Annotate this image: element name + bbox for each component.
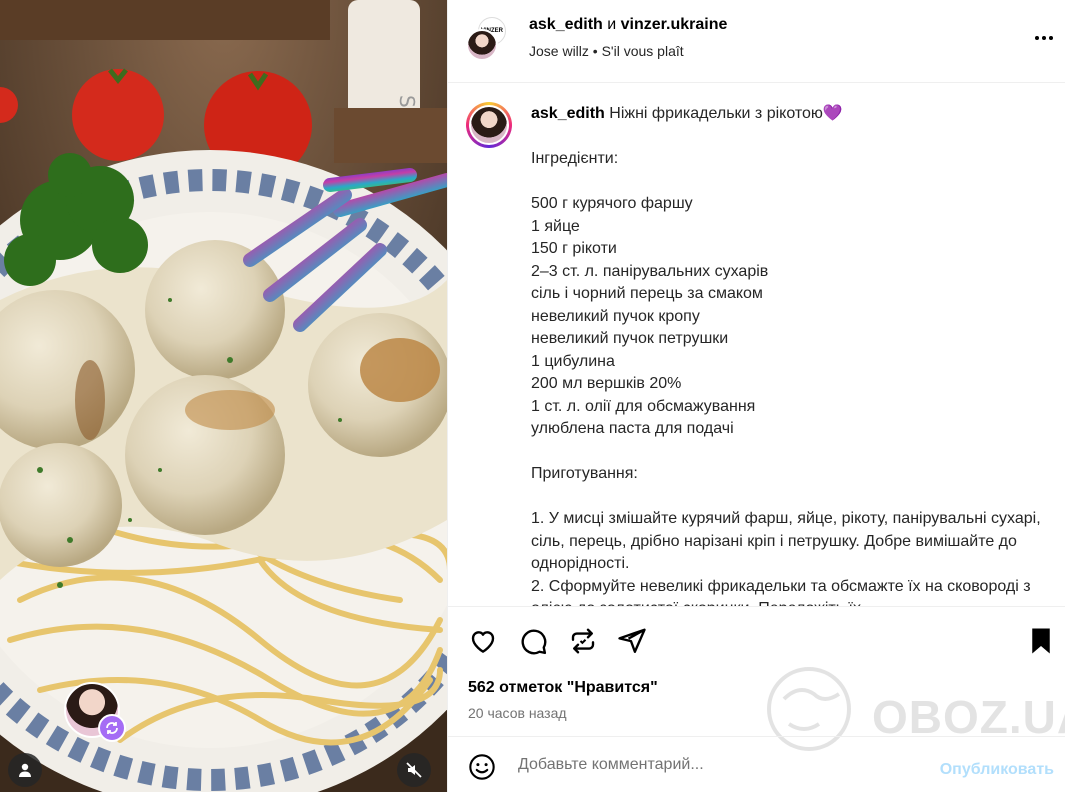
like-button[interactable] [467, 625, 499, 657]
comment-icon [521, 629, 547, 655]
speaker-muted-icon [406, 762, 422, 778]
coauthor-username[interactable]: vinzer.ukraine [621, 16, 728, 33]
caption-line: 1 ст. л. олії для обсмажування [531, 397, 756, 415]
caption-text: ask_edith Ніжні фрикадельки з рікотою💜 І… [531, 103, 1041, 606]
audio-track[interactable]: S'il vous plaît [602, 43, 684, 59]
caption-line: 200 мл вершків 20% [531, 375, 682, 392]
comment-bar: Опубликовать [448, 736, 1065, 792]
audio-info[interactable]: Jose willz • S'il vous plaît [529, 43, 684, 59]
caption-line: 500 г курячого фаршу [531, 195, 693, 212]
caption-line: Інгредієнти: [531, 150, 619, 167]
post-side-panel: VINZER ask_edith и vinzer.ukraine Jose w… [447, 0, 1065, 792]
caption-line [531, 171, 1041, 194]
more-options-button[interactable] [1032, 26, 1056, 56]
heart-icon [471, 631, 495, 653]
caption-title: Ніжні фрикадельки з рікотою💜 [609, 105, 843, 122]
caption-line [531, 441, 1041, 464]
emoji-button[interactable] [468, 753, 496, 781]
author-username[interactable]: ask_edith [529, 16, 603, 33]
audio-artist[interactable]: Jose willz [529, 43, 589, 59]
audio-separator: • [592, 43, 598, 59]
likes-count[interactable]: 562 отметок "Нравится" [468, 679, 658, 697]
post-authors: ask_edith и vinzer.ukraine [529, 16, 727, 34]
share-icon [618, 628, 646, 653]
caption-line: 1 яйце [531, 217, 580, 235]
smiley-icon [469, 754, 495, 780]
post-header: VINZER ask_edith и vinzer.ukraine Jose w… [448, 0, 1065, 83]
comment-button[interactable] [517, 625, 549, 657]
user-icon [19, 763, 31, 777]
caption-line: 2. Сформуйте невеликі фрикадельки та обс… [531, 577, 1031, 607]
caption-line: сіль і чорний перець за смаком [531, 285, 763, 302]
caption-line [531, 126, 1041, 149]
caption-line [531, 486, 1041, 509]
caption-line: Приготування: [531, 465, 638, 482]
more-horizontal-icon [1035, 36, 1053, 40]
authors-joiner: и [607, 16, 617, 33]
share-button[interactable] [616, 625, 648, 657]
bookmark-icon [1032, 628, 1050, 654]
caption-line: 1. У мисці змішайте курячий фарш, яйце, … [531, 510, 1041, 572]
caption-username[interactable]: ask_edith [531, 105, 605, 122]
save-button[interactable] [1025, 625, 1057, 657]
caption-line: улюблена паста для подачі [531, 420, 734, 437]
remix-icon[interactable] [98, 714, 126, 742]
caption-line: 150 г рікоти [531, 240, 617, 257]
post-caption: ask_edith Ніжні фрикадельки з рікотою💜 І… [448, 84, 1065, 606]
caption-author-avatar[interactable] [466, 102, 512, 148]
repost-button[interactable] [567, 625, 599, 657]
caption-line: 2–3 ст. л. панірувальних сухарів [531, 262, 769, 280]
post-comment-button[interactable]: Опубликовать [940, 761, 1054, 779]
post-media[interactable]: SALT [0, 0, 447, 792]
post-timestamp[interactable]: 20 часов назад [468, 705, 567, 721]
coauthor-avatars[interactable]: VINZER [466, 17, 510, 61]
caption-line: невеликий пучок кропу [531, 307, 700, 325]
caption-line: 1 цибулина [531, 352, 615, 370]
comment-input[interactable] [518, 751, 918, 779]
food-photo: SALT [0, 0, 447, 792]
tagged-users-button[interactable] [8, 753, 42, 787]
instagram-post-dialog: SALT [0, 0, 1065, 792]
author-avatar[interactable] [466, 29, 498, 61]
mute-button[interactable] [397, 753, 431, 787]
caption-line: невеликий пучок петрушки [531, 330, 729, 347]
repost-icon [571, 628, 595, 654]
